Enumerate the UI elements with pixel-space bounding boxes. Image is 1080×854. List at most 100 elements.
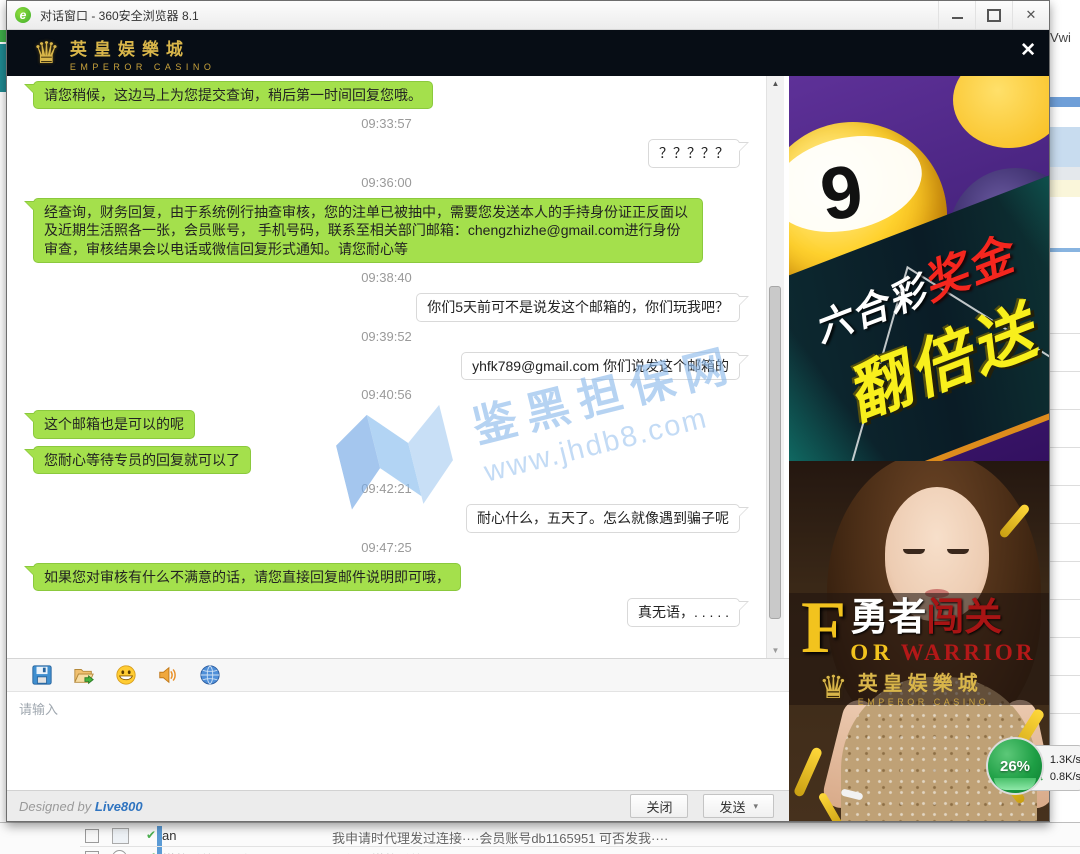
chat-bubble: 经查询，财务回复，由于系统例行抽查审核，您的注单已被抽中，需要您发送本人的手持身… xyxy=(33,198,703,263)
download-speed: ↓ 0.8K/s xyxy=(1039,768,1080,785)
chat-footer: Designed by Live800 关闭 发送 ▾ xyxy=(7,790,789,821)
download-progress-ball[interactable]: 26% xyxy=(986,737,1044,795)
close-button-label: 关闭 xyxy=(646,797,672,816)
background-stripe xyxy=(1050,248,1080,252)
chat-column: 请您稍候，这边马上为您提交查询，稍后第一时间回复您哦。 09:33:57 ？？？？？… xyxy=(7,76,789,821)
chat-message-user: ？？？？？ xyxy=(7,139,766,167)
minimize-button[interactable] xyxy=(938,1,975,29)
brand-name-en: EMPEROR CASINO xyxy=(70,62,216,72)
chat-bubble: 如果您对审核有什么不满意的话，请您直接回复邮件说明即可哦， xyxy=(33,563,461,591)
open-file-icon[interactable] xyxy=(73,664,95,686)
chat-timestamp: 09:38:40 xyxy=(7,270,766,286)
send-button[interactable]: 发送 ▾ xyxy=(703,794,774,818)
progress-percent: 26% xyxy=(1000,758,1030,775)
crown-logo-icon: ♛ xyxy=(819,671,848,703)
warrior-en-or: OR xyxy=(850,640,895,665)
chat-message-user: 真无语，. . . . . xyxy=(7,598,766,626)
chat-message-agent: 如果您对审核有什么不满意的话，请您直接回复邮件说明即可哦， xyxy=(7,563,766,591)
screen: Vwi ✔ an 我申请时代理发过连接····会员账号db1165951 可否发… xyxy=(0,0,1080,854)
minimize-icon xyxy=(952,17,963,19)
maximize-icon xyxy=(987,9,1001,22)
chat-timestamp: 09:33:57 xyxy=(7,116,766,132)
gold-ribbon-graphic xyxy=(793,746,823,798)
background-stripe xyxy=(1050,127,1080,167)
background-table-lines xyxy=(1050,296,1080,776)
download-speed-value: 0.8K/s xyxy=(1050,771,1080,783)
chat-timestamp: 09:39:52 xyxy=(7,329,766,345)
warrior-cn-red: 闯关 xyxy=(926,597,1002,639)
warrior-cn-white: 勇者 xyxy=(850,597,926,639)
attachment-icon xyxy=(112,828,129,844)
warrior-brand-cn: 英皇娱樂城 xyxy=(858,667,990,696)
scrollbar-thumb[interactable] xyxy=(769,286,781,619)
chat-bubble: 这个邮箱也是可以的呢 xyxy=(33,410,195,438)
footer-buttons: 关闭 发送 ▾ xyxy=(630,794,789,818)
ad-lottery-banner[interactable]: 8 9 六合彩奖金 xyxy=(789,76,1049,461)
warrior-brand-row: ♛ 英皇娱樂城 EMPEROR CASINO xyxy=(789,667,1049,707)
emoticon-icon[interactable] xyxy=(115,664,137,686)
ad-column: 8 9 六合彩奖金 xyxy=(789,76,1049,821)
chat-dialog-window: e 对话窗口 - 360安全浏览器 8.1 ✕ ♛ 英皇娱樂城 EMPEROR … xyxy=(6,0,1050,822)
save-icon[interactable] xyxy=(31,664,53,686)
window-titlebar[interactable]: e 对话窗口 - 360安全浏览器 8.1 ✕ xyxy=(7,1,1049,30)
status-check-icon: ✔ xyxy=(146,850,156,854)
background-table-row: ✔ an 我申请时代理发过连接····会员账号db1165951 可否发我···… xyxy=(0,827,1080,845)
chat-timestamp: 09:47:25 xyxy=(7,540,766,556)
avatar xyxy=(112,850,127,854)
send-button-label: 发送 xyxy=(719,797,745,816)
scrollbar-down-icon[interactable]: ▼ xyxy=(767,646,784,655)
warrior-brand-en: EMPEROR CASINO xyxy=(858,697,990,707)
message-input[interactable]: 请输入 xyxy=(7,692,789,790)
designed-by: Designed by Live800 xyxy=(19,799,143,814)
background-stripe xyxy=(1050,180,1080,197)
chat-bubble: 你们5天前可不是说发这个邮箱的，你们玩我吧？ xyxy=(416,293,740,321)
close-chat-button[interactable]: 关闭 xyxy=(630,794,688,818)
progress-fill xyxy=(994,778,1036,790)
chat-bubble: 真无语，. . . . . xyxy=(627,598,740,626)
window-controls: ✕ xyxy=(938,1,1049,29)
background-page-right-edge: Vwi xyxy=(1050,0,1080,854)
chat-bubble: yhfk789@gmail.com 你们说发这个邮箱的 xyxy=(461,352,740,380)
warrior-text-band: F 勇者闯关 ORWARRIOR ♛ xyxy=(789,593,1049,705)
background-partial-text: Vwi xyxy=(1050,30,1071,45)
background-stripe xyxy=(1050,167,1080,180)
window-title: 对话窗口 - 360安全浏览器 8.1 xyxy=(40,7,199,24)
maximize-button[interactable] xyxy=(975,1,1012,29)
chat-message-agent: 经查询，财务回复，由于系统例行抽查审核，您的注单已被抽中，需要您发送本人的手持身… xyxy=(7,198,766,263)
chat-scrollbar[interactable]: ▲ ▼ xyxy=(766,76,784,658)
chat-timestamp: 09:40:56 xyxy=(7,387,766,403)
input-placeholder: 请输入 xyxy=(19,702,58,717)
chat-toolbar xyxy=(7,658,789,692)
chat-bubble: 请您稍候，这边马上为您提交查询，稍后第一时间回复您哦。 xyxy=(33,81,433,109)
chat-message-user: 耐心什么，五天了。怎么就像遇到骗子呢 xyxy=(7,504,766,532)
eye-graphic xyxy=(903,549,925,554)
chat-message-user: yhfk789@gmail.com 你们说发这个邮箱的 xyxy=(7,352,766,380)
background-stripe xyxy=(1050,97,1080,107)
upload-speed-value: 1.3K/s xyxy=(1050,754,1080,766)
casino-header: ♛ 英皇娱樂城 EMPEROR CASINO ✕ xyxy=(7,30,1049,77)
dialog-content: 请您稍候，这边马上为您提交查询，稍后第一时间回复您哦。 09:33:57 ？？？？？… xyxy=(7,76,1049,821)
chat-message-list[interactable]: 请您稍候，这边马上为您提交查询，稍后第一时间回复您哦。 09:33:57 ？？？？？… xyxy=(7,76,766,658)
background-table-row: ✔ 棋牌系统代理专员 回复：棋牌系统 xyxy=(0,849,1080,854)
chat-timestamp: 09:42:21 xyxy=(7,481,766,497)
checkbox[interactable] xyxy=(85,829,99,843)
chat-message-agent: 您耐心等待专员的回复就可以了 xyxy=(7,446,766,474)
send-dropdown-caret-icon[interactable]: ▾ xyxy=(753,801,758,812)
crown-logo-icon: ♛ xyxy=(33,39,60,69)
upload-speed: ↑ 1.3K/s xyxy=(1039,751,1080,768)
row-label: an xyxy=(162,828,176,843)
warrior-letter-f: F xyxy=(801,597,846,660)
brand-name-cn: 英皇娱樂城 xyxy=(70,35,216,60)
designed-by-label: Designed by xyxy=(19,799,91,814)
chat-bubble: 您耐心等待专员的回复就可以了 xyxy=(33,446,251,474)
close-icon: ✕ xyxy=(1026,7,1037,23)
warrior-en-warrior: WARRIOR xyxy=(901,640,1036,665)
close-window-button[interactable]: ✕ xyxy=(1012,1,1049,29)
web-icon[interactable] xyxy=(199,664,221,686)
row-text: 我申请时代理发过连接····会员账号db1165951 可否发我···· xyxy=(332,828,668,847)
warrior-title-right: 勇者闯关 ORWARRIOR xyxy=(850,599,1035,666)
chat-message-agent: 这个邮箱也是可以的呢 xyxy=(7,410,766,438)
scrollbar-up-icon[interactable]: ▲ xyxy=(767,79,784,88)
sound-icon[interactable] xyxy=(157,664,179,686)
close-chat-icon[interactable]: ✕ xyxy=(1020,41,1036,60)
